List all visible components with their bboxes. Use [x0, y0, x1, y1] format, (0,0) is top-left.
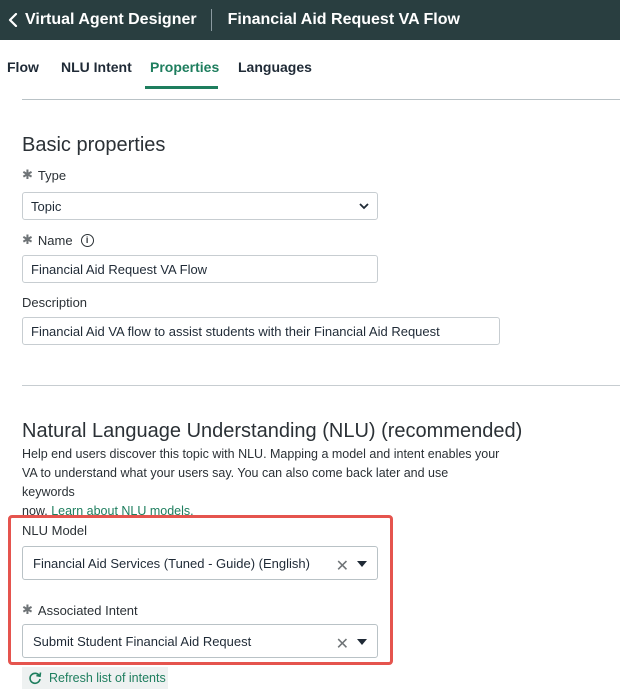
type-select-value: Topic: [31, 198, 62, 214]
intent-label-text: Associated Intent: [37, 602, 138, 618]
type-label: ✱ Type: [22, 167, 66, 183]
caret-down-icon[interactable]: [357, 561, 367, 567]
refresh-label: Refresh list of intents: [49, 671, 166, 685]
tab-bar: Flow NLU Intent Properties Languages: [0, 40, 620, 90]
tab-languages[interactable]: Languages: [238, 40, 312, 90]
chevron-down-icon: [359, 203, 369, 210]
intent-value: Submit Student Financial Aid Request: [33, 633, 252, 649]
description-input-value: Financial Aid VA flow to assist students…: [31, 323, 440, 339]
nlu-help-line: VA to understand what your users say. Yo…: [22, 466, 449, 499]
name-input-value: Financial Aid Request VA Flow: [31, 261, 208, 277]
name-label-text: Name: [37, 232, 73, 248]
required-asterisk-icon: ✱: [22, 167, 33, 182]
required-asterisk-icon: ✱: [22, 232, 33, 247]
header-divider: [210, 9, 212, 31]
divider: [22, 99, 620, 100]
nlu-heading: Natural Language Understanding (NLU) (re…: [22, 420, 523, 442]
description-input[interactable]: Financial Aid VA flow to assist students…: [22, 317, 500, 345]
clear-icon[interactable]: ✕: [336, 556, 349, 576]
required-asterisk-icon: ✱: [22, 602, 33, 617]
clear-icon[interactable]: ✕: [336, 634, 349, 654]
tab-nlu-intent[interactable]: NLU Intent: [61, 40, 132, 90]
description-label: Description: [22, 295, 88, 310]
intent-label: ✱ Associated Intent: [22, 602, 138, 618]
nlu-model-label: NLU Model: [22, 523, 88, 538]
caret-down-icon[interactable]: [357, 639, 367, 645]
basic-properties-heading: Basic properties: [22, 134, 166, 156]
nlu-model-value: Financial Aid Services (Tuned - Guide) (…: [33, 555, 310, 571]
type-select[interactable]: Topic: [22, 192, 378, 220]
associated-intent-select[interactable]: Submit Student Financial Aid Request ✕: [22, 624, 378, 658]
page-title: Financial Aid Request VA Flow: [227, 11, 460, 28]
nlu-help-line: Help end users discover this topic with …: [22, 447, 500, 461]
active-tab-indicator: [145, 86, 218, 89]
refresh-intents-button[interactable]: Refresh list of intents: [22, 667, 168, 689]
info-icon[interactable]: i: [80, 233, 94, 247]
nlu-help-text: Help end users discover this topic with …: [22, 445, 502, 521]
name-input[interactable]: Financial Aid Request VA Flow: [22, 255, 378, 283]
tab-flow[interactable]: Flow: [7, 40, 39, 90]
back-button[interactable]: Virtual Agent Designer: [0, 0, 197, 40]
type-label-text: Type: [37, 167, 67, 183]
back-label: Virtual Agent Designer: [25, 11, 197, 28]
nlu-model-select[interactable]: Financial Aid Services (Tuned - Guide) (…: [22, 546, 378, 580]
chevron-left-icon: [8, 13, 18, 27]
top-bar: Virtual Agent Designer Financial Aid Req…: [0, 0, 620, 40]
tab-properties[interactable]: Properties: [150, 40, 219, 90]
section-divider: [22, 385, 620, 386]
refresh-icon: [29, 672, 42, 685]
name-label: ✱ Name i: [22, 232, 94, 248]
